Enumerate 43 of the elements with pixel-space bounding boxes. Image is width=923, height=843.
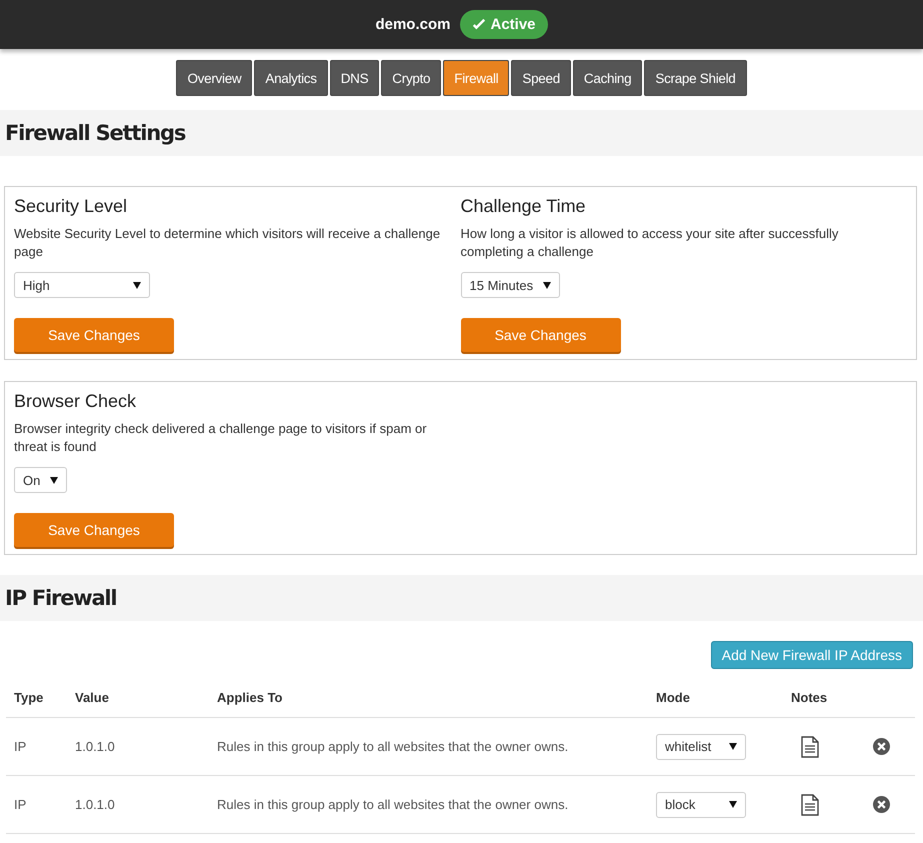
table-cell: IP	[6, 718, 67, 776]
select-dropdown[interactable]: 15 Minutes	[460, 272, 560, 298]
document-icon[interactable]	[801, 794, 819, 816]
section-title: IP Firewall	[5, 586, 116, 610]
nav-tab[interactable]: Analytics	[254, 60, 328, 96]
nav-tab[interactable]: Caching	[572, 60, 642, 96]
table-cell: IP	[6, 776, 67, 834]
caret-icon	[50, 476, 58, 484]
delete-icon[interactable]	[873, 796, 890, 813]
nav-tab[interactable]: Speed	[511, 60, 571, 96]
caret-icon	[133, 282, 141, 288]
caret-icon	[542, 282, 550, 288]
select-dropdown[interactable]: High	[14, 272, 150, 298]
nav-tab[interactable]: Crypto	[381, 60, 442, 96]
setting-title: Browser Check	[14, 391, 136, 412]
setting-description: How long a visitor is allowed to access your site after successfully completing a challenge	[460, 225, 840, 261]
setting-title: Challenge Time	[460, 196, 586, 217]
table-cell: 1.0.1.0	[67, 776, 209, 834]
mode-dropdown[interactable]: whitelist	[656, 734, 746, 760]
domain-name: demo.com	[375, 16, 450, 33]
nav-tab[interactable]: Overview	[176, 60, 252, 96]
table-cell: Rules in this group apply to all websites that the owner owns.	[209, 718, 648, 776]
setting-description: Website Security Level to determine which visitors will receive a challenge page	[14, 225, 442, 261]
check-icon	[472, 18, 486, 32]
delete-icon[interactable]	[873, 738, 890, 755]
setting-description: Browser integrity check delivered a challenge page to visitors if spam or threat is found	[14, 420, 428, 456]
nav-tab[interactable]: Scrape Shield	[644, 60, 747, 96]
status-badge: Active	[460, 10, 548, 39]
section-title: Firewall Settings	[5, 121, 186, 145]
caret-icon	[729, 801, 737, 808]
setting-title: Security Level	[14, 196, 128, 217]
caret-icon	[729, 743, 737, 750]
document-icon[interactable]	[801, 736, 819, 758]
table-cell: 1.0.1.0	[67, 718, 209, 776]
nav-tab[interactable]: DNS	[330, 60, 380, 96]
column-header: Mode	[648, 677, 783, 718]
column-header: Type	[6, 677, 67, 718]
column-header: Applies To	[209, 677, 648, 718]
column-header: Notes	[783, 677, 859, 718]
column-header: Value	[67, 677, 209, 718]
select-dropdown[interactable]: On	[14, 467, 67, 493]
table-cell: Rules in this group apply to all websites that the owner owns.	[209, 776, 648, 834]
mode-dropdown[interactable]: block	[656, 792, 746, 818]
